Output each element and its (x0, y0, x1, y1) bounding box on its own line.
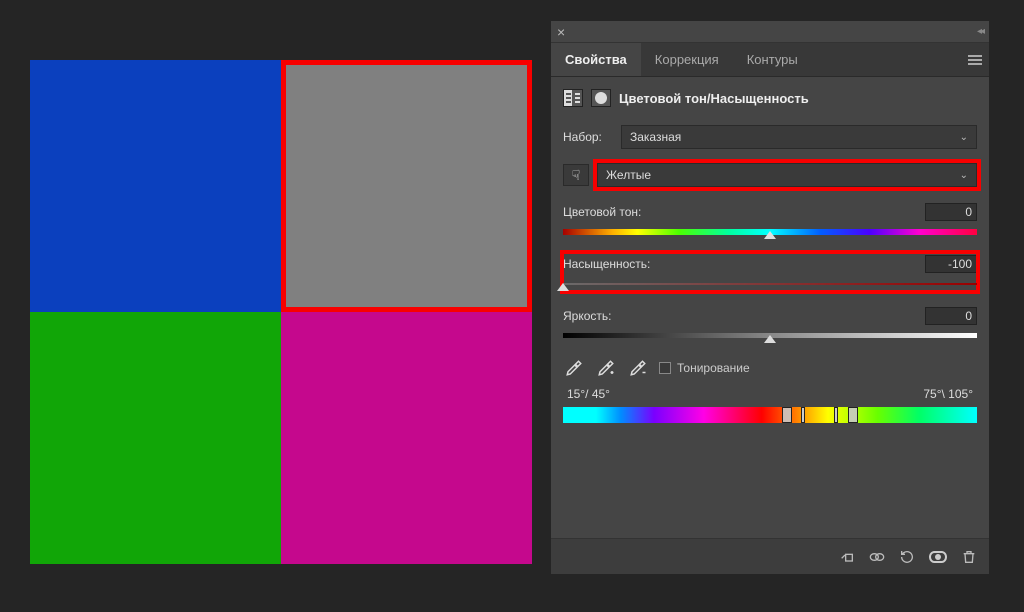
eyedropper-row: Тонирование (563, 357, 977, 379)
square-bottom-right (281, 312, 532, 564)
mask-icon (591, 89, 611, 107)
saturation-slider[interactable] (563, 279, 977, 289)
range-marker-outer-left[interactable] (782, 407, 792, 423)
clip-to-layer-icon[interactable] (839, 549, 855, 565)
range-marker-inner-left[interactable] (801, 407, 805, 423)
saturation-thumb[interactable] (557, 283, 569, 293)
saturation-slider-group: Насыщенность: -100 (563, 253, 977, 291)
channel-row: ☟ Желтые ⌄ (563, 163, 977, 187)
reset-icon[interactable] (899, 549, 915, 565)
eyedropper-icon[interactable] (563, 357, 585, 379)
channel-dropdown-value: Желтые (606, 168, 651, 182)
panel-tabs: Свойства Коррекция Контуры (551, 43, 989, 77)
targeted-adjust-icon[interactable]: ☟ (563, 164, 589, 186)
hue-value-input[interactable]: 0 (925, 203, 977, 221)
trash-icon[interactable] (961, 549, 977, 565)
panel-footer (551, 538, 989, 574)
hue-thumb[interactable] (764, 231, 776, 241)
saturation-value-input[interactable]: -100 (925, 255, 977, 273)
square-top-left (30, 60, 281, 312)
toning-label: Тонирование (677, 361, 750, 375)
hue-slider[interactable] (563, 227, 977, 237)
close-icon[interactable]: × (557, 24, 565, 40)
toning-checkbox-row: Тонирование (659, 361, 750, 375)
saturation-label: Насыщенность: (563, 257, 650, 271)
panel-titlebar: × ◂◂ (551, 21, 989, 43)
range-marker-outer-right[interactable] (848, 407, 858, 423)
channel-dropdown[interactable]: Желтые ⌄ (597, 163, 977, 187)
properties-panel: × ◂◂ Свойства Коррекция Контуры Цветовой… (550, 20, 990, 575)
lightness-thumb[interactable] (764, 335, 776, 345)
visibility-icon[interactable] (929, 551, 947, 563)
adjustment-header: Цветовой тон/Насыщенность (563, 89, 977, 107)
canvas (30, 60, 532, 564)
tab-properties[interactable]: Свойства (551, 43, 641, 76)
angle-readout: 15°/ 45° 75°\ 105° (563, 387, 977, 401)
preset-label: Набор: (563, 130, 613, 144)
angle-left: 15°/ 45° (567, 387, 610, 401)
tab-corrections[interactable]: Коррекция (641, 43, 733, 76)
lightness-value-input[interactable]: 0 (925, 307, 977, 325)
preset-dropdown-value: Заказная (630, 130, 681, 144)
hue-label: Цветовой тон: (563, 205, 641, 219)
eyedropper-minus-icon[interactable] (627, 357, 649, 379)
preset-dropdown[interactable]: Заказная ⌄ (621, 125, 977, 149)
view-previous-icon[interactable] (869, 549, 885, 565)
panel-menu-icon[interactable] (961, 43, 989, 76)
chevron-down-icon: ⌄ (960, 170, 968, 181)
adjustment-title: Цветовой тон/Насыщенность (619, 91, 809, 106)
chevron-down-icon: ⌄ (960, 132, 968, 143)
lightness-slider-group: Яркость: 0 (563, 305, 977, 343)
panel-body: Цветовой тон/Насыщенность Набор: Заказна… (551, 77, 989, 538)
toning-checkbox[interactable] (659, 362, 671, 374)
angle-right: 75°\ 105° (923, 387, 973, 401)
collapse-icon[interactable]: ◂◂ (977, 26, 983, 37)
hue-slider-group: Цветовой тон: 0 (563, 201, 977, 239)
square-bottom-left (30, 312, 281, 564)
lightness-label: Яркость: (563, 309, 613, 323)
eyedropper-plus-icon[interactable] (595, 357, 617, 379)
range-marker-inner-right[interactable] (834, 407, 838, 423)
preset-row: Набор: Заказная ⌄ (563, 125, 977, 149)
adjustment-icon (563, 89, 583, 107)
lightness-slider[interactable] (563, 331, 977, 341)
square-top-right-highlighted (281, 60, 532, 312)
tab-contours[interactable]: Контуры (733, 43, 812, 76)
hue-range-bar[interactable] (563, 407, 977, 423)
